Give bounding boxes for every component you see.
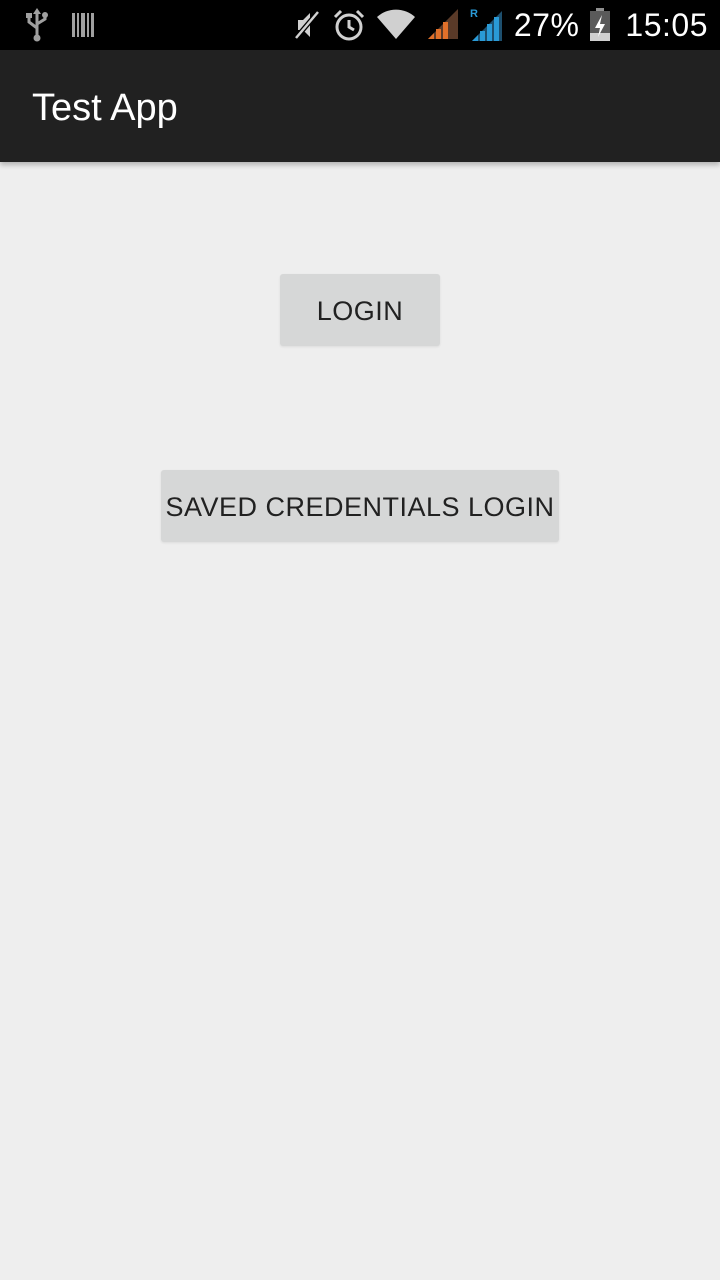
barcode-icon [72, 12, 94, 38]
status-bar-notifications [24, 8, 94, 42]
main-content: LOGIN SAVED CREDENTIALS LOGIN [0, 162, 720, 1280]
wifi-icon [376, 9, 416, 41]
clock: 15:05 [625, 6, 708, 43]
battery-percent: 27% [513, 6, 580, 43]
status-bar-system: R 27% 15:05 [292, 0, 708, 50]
roaming-indicator: R [470, 8, 478, 20]
login-button[interactable]: LOGIN [280, 274, 440, 346]
app-title: Test App [32, 87, 178, 129]
saved-credentials-login-button[interactable]: SAVED CREDENTIALS LOGIN [161, 470, 559, 542]
mute-icon [292, 8, 322, 42]
status-bar: R 27% 15:05 [0, 0, 720, 50]
signal-sim1-icon [426, 9, 460, 41]
usb-icon [24, 8, 50, 42]
action-bar: Test App [0, 50, 720, 162]
alarm-icon [332, 8, 366, 42]
battery-charging-icon [589, 8, 611, 42]
signal-sim2-roaming-icon: R [470, 7, 504, 43]
